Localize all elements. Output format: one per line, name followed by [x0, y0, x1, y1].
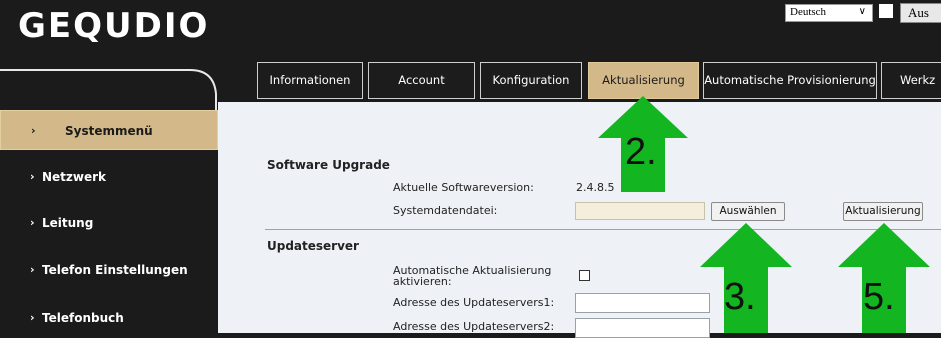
auto-update-checkbox[interactable]	[579, 270, 590, 281]
chevron-right-icon: ›	[31, 124, 36, 137]
auto-update-label: Automatische Aktualisierung aktivieren:	[393, 264, 552, 288]
tab-informationen[interactable]: Informationen	[257, 62, 363, 99]
update-server-title: Updateserver	[267, 239, 359, 253]
choose-file-button[interactable]: Auswählen	[711, 202, 785, 221]
top-bar: GEQUDIO Deutsch ∨ Aus	[0, 0, 941, 58]
tab-werkzeuge[interactable]: Werkz	[881, 62, 941, 99]
logout-indicator	[879, 4, 893, 18]
step5-label: 5.	[863, 276, 895, 318]
tab-konfiguration[interactable]: Konfiguration	[480, 62, 582, 99]
server2-label: Adresse des Updateservers2:	[393, 320, 555, 333]
sidebar-item-leitung[interactable]: › Leitung	[0, 203, 218, 243]
update-button[interactable]: Aktualisierung	[843, 202, 923, 221]
tab-aktualisierung[interactable]: Aktualisierung	[588, 62, 699, 99]
sidebar-item-label: Systemmenü	[65, 124, 153, 138]
chevron-right-icon: ›	[30, 263, 35, 276]
chevron-down-icon: ∨	[858, 6, 866, 17]
sidebar-item-label: Leitung	[42, 216, 94, 230]
server2-input[interactable]	[575, 318, 710, 338]
sidebar-item-label: Telefonbuch	[42, 311, 124, 325]
sidebar-item-netzwerk[interactable]: › Netzwerk	[0, 157, 218, 197]
tab-account[interactable]: Account	[368, 62, 475, 99]
chevron-right-icon: ›	[30, 170, 35, 183]
sidebar-item-telefonbuch[interactable]: › Telefonbuch	[0, 298, 218, 338]
sidebar-item-label: Netzwerk	[42, 170, 107, 184]
step3-label: 3.	[724, 276, 756, 318]
server1-label: Adresse des Updateservers1:	[393, 296, 555, 309]
software-upgrade-title: Software Upgrade	[267, 158, 390, 172]
server1-input[interactable]	[575, 293, 710, 313]
language-select[interactable]: Deutsch ∨	[785, 4, 873, 22]
language-select-value: Deutsch	[790, 6, 827, 18]
tab-automatische-provisionierung[interactable]: Automatische Provisionierung	[703, 62, 877, 99]
chevron-right-icon: ›	[30, 311, 35, 324]
logout-button[interactable]: Aus	[900, 3, 941, 23]
system-file-label: Systemdatendatei:	[393, 204, 498, 217]
step2-label: 2.	[625, 131, 657, 173]
brand-logo: GEQUDIO	[18, 6, 210, 46]
sidebar-item-systemmenu[interactable]: › Systemmenü	[0, 110, 218, 150]
sidebar-curve	[0, 69, 217, 118]
sidebar-item-label: Telefon Einstellungen	[42, 263, 188, 277]
current-version-label: Aktuelle Softwareversion:	[393, 181, 534, 194]
chevron-right-icon: ›	[30, 216, 35, 229]
system-file-field[interactable]	[575, 202, 705, 220]
sidebar-item-telefon-einstellungen[interactable]: › Telefon Einstellungen	[0, 250, 218, 290]
